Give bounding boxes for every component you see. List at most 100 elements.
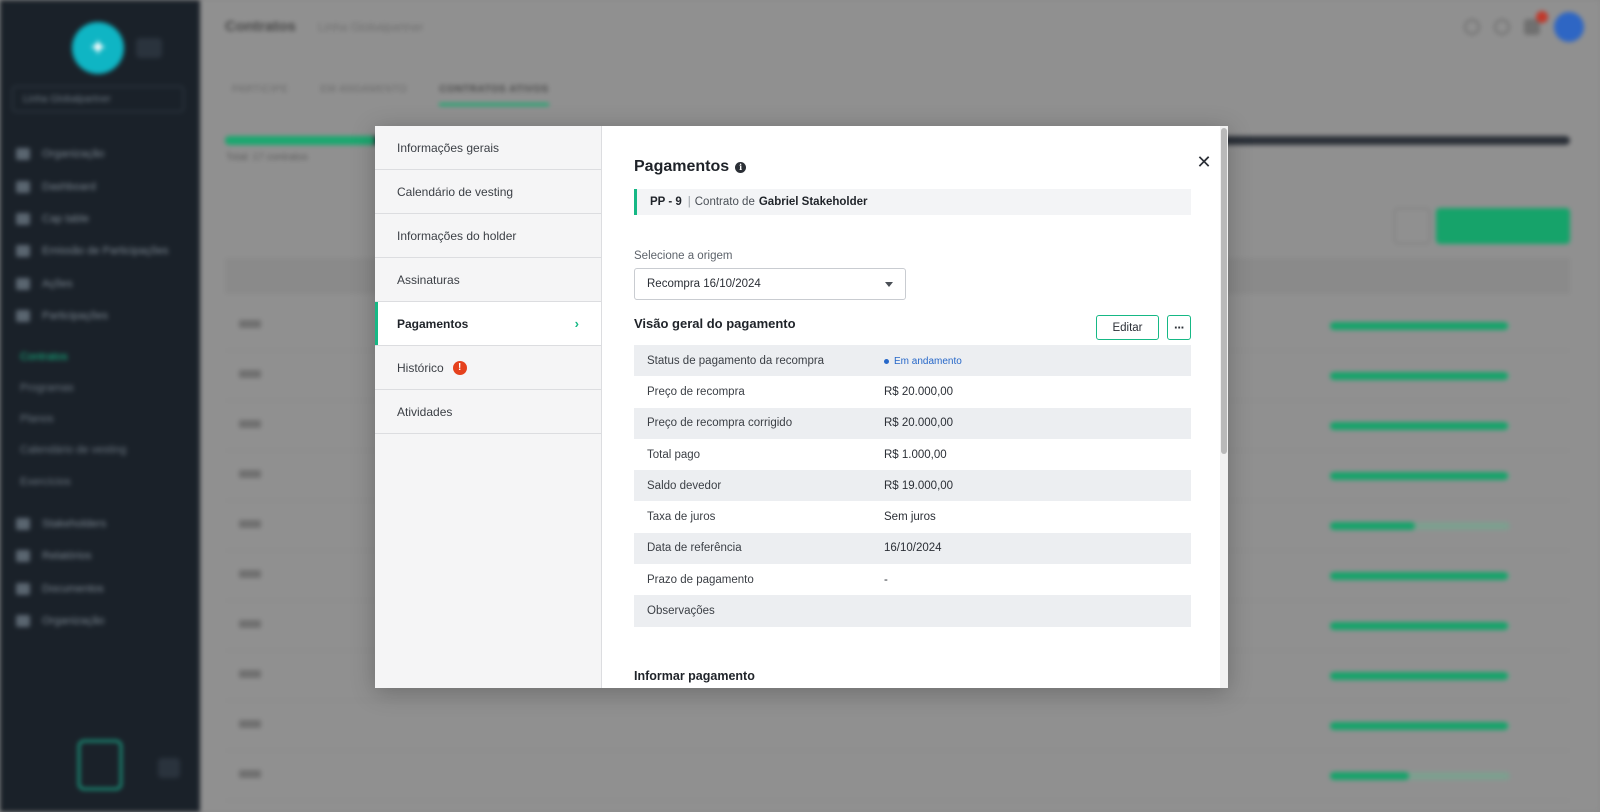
notification-bell-icon[interactable] bbox=[1524, 11, 1548, 35]
nav-payments[interactable]: Pagamentos › bbox=[375, 302, 601, 346]
nav-history[interactable]: Histórico! bbox=[375, 346, 601, 390]
row-key: Preço de recompra bbox=[647, 385, 745, 398]
sidebar-item-organization[interactable]: Organização bbox=[16, 148, 104, 160]
sidebar: ✦ Linha Globalpartner Organização Dashbo… bbox=[0, 0, 200, 812]
edit-button[interactable]: Editar bbox=[1096, 315, 1159, 340]
gear-icon bbox=[16, 615, 30, 627]
nav-holder-info[interactable]: Informações do holder bbox=[375, 214, 601, 258]
origin-value: Recompra 16/10/2024 bbox=[647, 278, 761, 290]
row-key: Status de pagamento da recompra bbox=[647, 354, 825, 367]
contract-prefix: Contrato de bbox=[694, 196, 755, 208]
row-id bbox=[239, 570, 261, 578]
nav-activities[interactable]: Atividades bbox=[375, 390, 601, 434]
avatar[interactable] bbox=[1554, 12, 1584, 42]
alert-icon: ! bbox=[452, 360, 467, 375]
filter-button[interactable] bbox=[1394, 208, 1430, 244]
dashboard-icon bbox=[16, 181, 30, 193]
settings-icon[interactable] bbox=[1494, 19, 1510, 35]
chevron-right-icon: › bbox=[574, 316, 579, 331]
row-value: R$ 20.000,00 bbox=[884, 385, 954, 398]
nav-general-info[interactable]: Informações gerais bbox=[375, 126, 601, 170]
sidebar-item-emissions[interactable]: Emissão de Participações bbox=[16, 245, 169, 257]
organization-select[interactable]: Linha Globalpartner bbox=[12, 86, 184, 112]
table-row: Taxa de juros Sem juros bbox=[634, 501, 1191, 532]
page-subtitle: Linha Globalpartner bbox=[318, 20, 424, 34]
row-value: - bbox=[884, 573, 888, 586]
vesting-progress-bar bbox=[1330, 472, 1510, 480]
payment-overview-table: Status de pagamento da recompra Em andam… bbox=[634, 345, 1191, 627]
status-dot-icon bbox=[884, 358, 889, 364]
sidebar-sub-vesting[interactable]: Calendário de vesting bbox=[20, 444, 126, 456]
sidebar-item-reports[interactable]: Relatórios bbox=[16, 550, 92, 562]
tab-in-progress[interactable]: EM ANDAMENTO bbox=[320, 84, 407, 106]
origin-select[interactable]: Recompra 16/10/2024 bbox=[634, 268, 906, 300]
row-key: Preço de recompra corrigido bbox=[647, 417, 793, 430]
row-value: Sem juros bbox=[884, 511, 936, 524]
collapse-sidebar-button[interactable] bbox=[136, 38, 162, 58]
row-key: Saldo devedor bbox=[647, 479, 722, 492]
support-chat-icon[interactable] bbox=[78, 740, 122, 790]
row-value: R$ 19.000,00 bbox=[884, 479, 954, 492]
shares-icon bbox=[16, 310, 30, 322]
row-key: Observações bbox=[647, 605, 715, 618]
sidebar-item-documents[interactable]: Documentos bbox=[16, 583, 104, 595]
scrollbar[interactable] bbox=[1220, 126, 1228, 688]
sidebar-item-participations[interactable]: Participações bbox=[16, 310, 108, 322]
sidebar-sub-contracts[interactable]: Contratos bbox=[20, 351, 68, 363]
row-id bbox=[239, 770, 261, 778]
sidebar-item-dashboard[interactable]: Dashboard bbox=[16, 181, 96, 193]
row-key: Data de referência bbox=[647, 542, 742, 555]
more-options-button[interactable]: ··· bbox=[1167, 315, 1191, 340]
row-id bbox=[239, 470, 261, 478]
vesting-progress-bar bbox=[1330, 722, 1510, 730]
folder-icon bbox=[16, 583, 30, 595]
info-icon[interactable]: i bbox=[735, 161, 747, 173]
scrollbar-thumb[interactable] bbox=[1221, 128, 1227, 454]
report-icon bbox=[16, 550, 30, 562]
table-row[interactable] bbox=[225, 752, 1570, 801]
separator: | bbox=[687, 196, 691, 208]
contract-modal: Informações gerais Calendário de vesting… bbox=[375, 126, 1228, 688]
contract-summary: PP - 9 | Contrato de Gabriel Stakeholder bbox=[634, 189, 1191, 215]
nav-vesting-calendar[interactable]: Calendário de vesting bbox=[375, 170, 601, 214]
row-key: Prazo de pagamento bbox=[647, 573, 754, 586]
table-row: Preço de recompra R$ 20.000,00 bbox=[634, 376, 1191, 407]
table-row: Observações bbox=[634, 595, 1191, 627]
table-row: Total pago R$ 1.000,00 bbox=[634, 439, 1191, 470]
page-title: Contratos bbox=[225, 18, 296, 35]
vesting-progress-bar bbox=[1330, 322, 1510, 330]
sidebar-sub-programs[interactable]: Programas bbox=[20, 382, 74, 394]
table-row: Saldo devedor R$ 19.000,00 bbox=[634, 470, 1191, 502]
tab-participe[interactable]: PARTICIPE bbox=[232, 84, 288, 106]
sidebar-item-actions[interactable]: Ações bbox=[16, 278, 73, 290]
sidebar-item-stakeholders[interactable]: Stakeholders bbox=[16, 518, 106, 530]
row-value: R$ 20.000,00 bbox=[884, 417, 954, 430]
table-row: Status de pagamento da recompra Em andam… bbox=[634, 345, 1191, 377]
expand-icon[interactable] bbox=[158, 758, 180, 778]
new-contract-button[interactable] bbox=[1436, 208, 1570, 244]
inform-payment-title: Informar pagamento bbox=[634, 669, 755, 683]
tab-active-contracts[interactable]: CONTRATOS ATIVOS bbox=[439, 84, 549, 106]
sidebar-item-organization-settings[interactable]: Organização bbox=[16, 615, 104, 627]
table-row[interactable] bbox=[225, 702, 1570, 751]
sidebar-sub-exercises[interactable]: Exercícios bbox=[20, 476, 71, 488]
row-value: R$ 1.000,00 bbox=[884, 448, 947, 461]
top-bar-icons bbox=[1464, 11, 1584, 42]
row-key: Total pago bbox=[647, 448, 701, 461]
modal-nav: Informações gerais Calendário de vesting… bbox=[375, 126, 602, 688]
nav-signatures[interactable]: Assinaturas bbox=[375, 258, 601, 302]
vesting-progress-bar bbox=[1330, 772, 1510, 780]
row-id bbox=[239, 620, 261, 628]
row-key: Taxa de juros bbox=[647, 511, 716, 524]
sidebar-sub-plans[interactable]: Planos bbox=[20, 413, 54, 425]
help-icon[interactable] bbox=[1464, 19, 1480, 35]
holder-name: Gabriel Stakeholder bbox=[758, 196, 868, 208]
close-icon[interactable]: ✕ bbox=[1195, 153, 1213, 171]
section-title: Pagamentos i bbox=[634, 158, 747, 176]
total-label: Total: 17 contratos bbox=[226, 152, 308, 163]
row-id bbox=[239, 370, 261, 378]
origin-label: Selecione a origem bbox=[634, 250, 733, 262]
vesting-progress-bar bbox=[1330, 422, 1510, 430]
sidebar-item-cap-table[interactable]: Cap table bbox=[16, 213, 89, 225]
row-value: 16/10/2024 bbox=[884, 542, 942, 555]
